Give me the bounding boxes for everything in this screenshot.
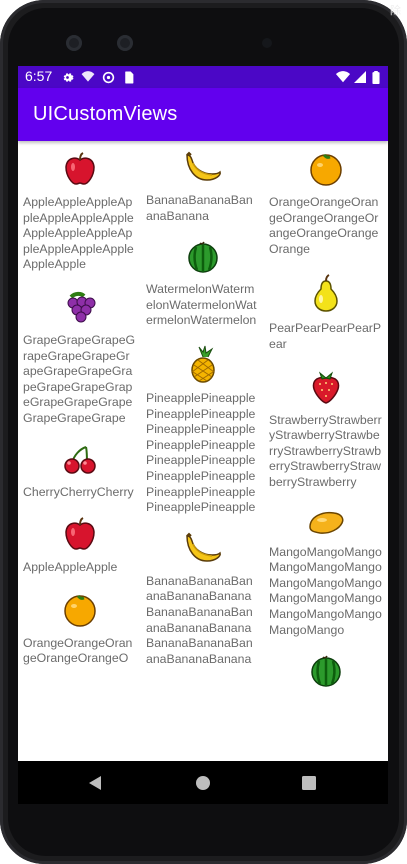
apple-icon [23,516,136,552]
wifi-icon [336,71,350,83]
recents-icon[interactable] [302,776,316,790]
mango-icon [269,507,382,537]
item-label: OrangeOrangeOrangeOrangeOrangeO [23,635,133,666]
list-item[interactable]: MangoMangoMangoMangoMangoMangoMangoMango… [269,507,382,639]
banana-icon [146,532,259,566]
watermelon-icon [269,654,382,688]
settings-icon [63,73,74,82]
wifi-question-icon [81,71,95,82]
battery-icon [372,71,380,84]
cherry-icon [23,443,136,477]
list-item[interactable]: GrapeGrapeGrapeGrapeGrapeGrapeGrapeGrape… [23,289,136,427]
item-label: BananaBananaBananaBananaBananaBananaBana… [146,573,253,666]
item-label: OrangeOrangeOrangeOrangeOrangeOrangeOran… [269,195,379,256]
orange-icon [23,592,136,628]
banana-icon [146,151,259,185]
grid-column-1: AppleAppleAppleAppleAppleAppleAppleApple… [23,141,136,667]
item-label: CherryCherryCherry [23,484,134,499]
grape-icon [23,289,136,325]
back-icon[interactable] [88,775,102,791]
list-item[interactable]: OrangeOrangeOrangeOrangeOrangeOrangeOran… [269,151,382,257]
status-bar: 6:57 [18,66,388,88]
grid-column-3: OrangeOrangeOrangeOrangeOrangeOrangeOran… [269,141,382,696]
cell-signal-icon [354,71,366,83]
item-label: StrawberryStrawberryStrawberryStrawberry… [269,412,382,489]
item-label: AppleAppleApple [23,560,118,575]
item-label: BananaBananaBananaBanana [146,193,253,223]
data-saver-icon [102,71,115,84]
orange-icon [269,151,382,187]
list-item[interactable] [269,654,382,688]
strawberry-icon [269,369,382,405]
earpiece-icon [262,38,272,48]
app-bar: UICustomViews [18,88,388,141]
list-item[interactable]: WatermelonWatermelonWatermelonWatermelon… [146,240,259,329]
apple-icon [23,151,136,187]
sim-card-icon [125,71,134,84]
watermelon-icon [146,240,259,274]
status-time: 6:57 [25,68,53,84]
item-label: WatermelonWatermelonWatermelonWatermelon… [146,282,257,328]
list-item[interactable]: StrawberryStrawberryStrawberryStrawberry… [269,369,382,491]
app-screen: 6:57 UICustomViews AppleAppleAppleAppleA… [18,66,388,804]
list-item[interactable]: BananaBananaBananaBananaBananaBananaBana… [146,532,259,668]
app-title: UICustomViews [33,103,178,125]
item-label: AppleAppleAppleAppleAppleAppleAppleApple… [23,195,134,272]
list-item[interactable]: OrangeOrangeOrangeOrangeOrangeO [23,592,136,667]
item-label: GrapeGrapeGrapeGrapeGrapeGrapeGrapeGrape… [23,332,136,425]
list-item[interactable]: BananaBananaBananaBanana [146,151,259,224]
item-label: PearPearPearPearPear [269,321,382,351]
list-item[interactable]: AppleAppleApple [23,516,136,576]
corner-text: 除 [390,4,401,17]
item-label: PineapplePineapplePineapplePineapplePine… [146,390,256,515]
navigation-bar [18,761,388,804]
front-sensor-icon [117,35,133,51]
pear-icon [269,273,382,313]
pineapple-icon [146,345,259,383]
home-icon[interactable] [196,776,210,790]
list-item[interactable]: PearPearPearPearPear [269,273,382,352]
list-item[interactable]: PineapplePineapplePineapplePineapplePine… [146,345,259,516]
front-camera-icon [66,35,82,51]
fruit-grid[interactable]: AppleAppleAppleAppleAppleAppleAppleApple… [18,141,388,761]
grid-column-2: BananaBananaBananaBanana WatermelonWaterm… [146,141,259,667]
item-label: MangoMangoMangoMangoMangoMangoMangoMango… [269,544,382,637]
list-item[interactable]: CherryCherryCherry [23,443,136,501]
list-item[interactable]: AppleAppleAppleAppleAppleAppleAppleApple… [23,151,136,273]
